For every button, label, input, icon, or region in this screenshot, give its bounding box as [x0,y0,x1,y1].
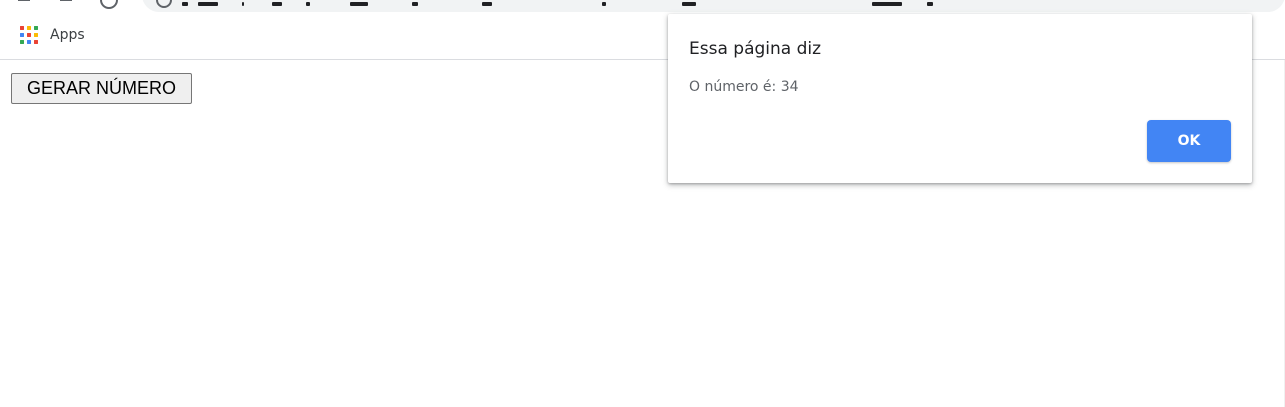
generate-number-button[interactable]: GERAR NÚMERO [11,73,192,104]
browser-toolbar [0,0,1285,12]
dialog-message: O número é: 34 [689,79,799,95]
reload-icon[interactable] [100,0,118,9]
dialog-title: Essa página diz [689,39,822,59]
info-icon[interactable] [156,0,172,8]
apps-shortcut[interactable]: Apps [14,20,85,50]
back-arrow-icon[interactable] [18,0,30,1]
apps-grid-icon [20,26,38,44]
alert-dialog: Essa página diz O número é: 34 OK [668,14,1252,183]
ok-button[interactable]: OK [1147,120,1231,162]
address-bar[interactable] [142,0,1285,12]
forward-arrow-icon[interactable] [60,0,72,1]
address-bar-url [182,2,942,8]
apps-label: Apps [50,27,85,43]
